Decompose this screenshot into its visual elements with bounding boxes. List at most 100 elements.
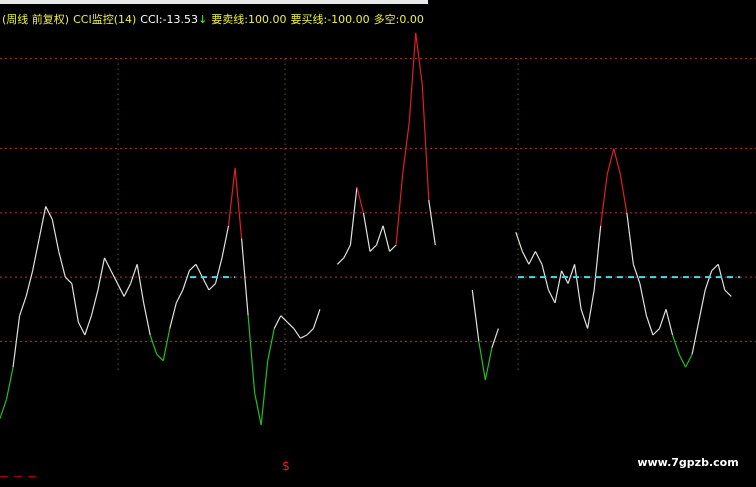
cci-line-segment (234, 167, 243, 239)
cci-line-segment (143, 302, 151, 336)
cci-line-segment (84, 315, 92, 336)
cci-line-segment (375, 225, 384, 246)
cci-line-segment (471, 289, 480, 342)
cci-line-segment (547, 289, 556, 304)
cci-line-segment (227, 167, 236, 226)
cci-line-segment (632, 264, 641, 284)
cci-line-segment (528, 251, 536, 265)
cci-line-segment (25, 270, 34, 297)
watermark: www.7gpzb.com (628, 448, 748, 478)
cci-line-segment (195, 264, 203, 278)
cci-line-segment (645, 315, 654, 336)
cci-line-segment (534, 251, 543, 265)
cci-line-segment (293, 328, 301, 339)
cci-line-segment (421, 84, 430, 201)
cci-line-segment (240, 238, 249, 316)
cci-line-segment (613, 148, 621, 175)
cci-line-segment (369, 244, 377, 252)
cci-line-segment (356, 186, 365, 214)
cci-line-segment (711, 263, 719, 272)
bottom-tab[interactable] (14, 476, 22, 487)
cci-line-segment (260, 360, 269, 426)
cci-line-segment (130, 264, 138, 284)
cci-line-segment (71, 283, 79, 323)
cci-line-segment (691, 322, 700, 355)
cci-line-segment (156, 353, 164, 362)
cci-line-segment (652, 328, 660, 336)
cci-line-segment (201, 276, 210, 291)
cci-line-segment (580, 309, 589, 329)
cci-line-segment (247, 315, 256, 393)
cci-line-segment (32, 238, 40, 271)
cci-line-segment (567, 264, 576, 284)
cci-line-segment (90, 289, 99, 316)
cci-line-segment (336, 257, 345, 265)
cci-line-segment (428, 199, 436, 246)
cci-line-segment (12, 315, 21, 368)
cci-line-segment (188, 263, 197, 272)
cci-line-segment (587, 289, 595, 329)
cci-line-segment (606, 148, 615, 175)
cci-line-segment (639, 283, 647, 316)
cci-line-segment (362, 212, 371, 252)
cci-line-segment (19, 296, 27, 316)
cci-line-segment (267, 328, 275, 361)
cci-line-segment (619, 174, 628, 213)
cci-line-segment (300, 334, 308, 339)
cci-line-segment (306, 328, 314, 336)
cci-line-segment (382, 225, 391, 252)
cci-line-segment (97, 257, 106, 291)
cci-line-segment (136, 264, 145, 303)
cci-line-segment (698, 289, 706, 323)
cci-line-segment (214, 257, 223, 284)
cci-line-segment (665, 309, 674, 336)
cci-line-segment (58, 251, 66, 278)
cci-line-segment (175, 289, 184, 304)
cci-line-segment (626, 212, 634, 265)
cci-line-segment (103, 257, 112, 271)
cci-line-segment (51, 219, 60, 252)
cci-line-segment (573, 264, 582, 310)
cci-line-segment (685, 354, 693, 368)
cci-line-segment (554, 270, 563, 303)
cci-line-segment (208, 283, 216, 291)
cci-line-segment (312, 309, 321, 329)
cci-line-segment (149, 334, 158, 355)
cci-line-segment (478, 341, 486, 381)
cci-line-segment (286, 321, 295, 329)
cci-line-segment (116, 283, 125, 297)
cci-line-segment (593, 225, 602, 291)
cci-line-segment (724, 289, 732, 297)
cci-line-segment (221, 225, 230, 258)
cci-line-segment (521, 251, 530, 265)
cci-line-segment (64, 276, 73, 284)
cci-line-segment (678, 354, 687, 368)
cci-line-segment (515, 231, 523, 252)
cci-line-segment (671, 334, 680, 355)
bottom-tab[interactable] (28, 476, 36, 487)
cci-line-segment (349, 187, 358, 246)
cci-line-segment (395, 174, 404, 246)
cci-line-segment (280, 315, 288, 323)
cci-chart: $ (0, 32, 756, 473)
cci-line-segment (273, 315, 282, 329)
cci-line-segment (408, 32, 417, 123)
cci-line-segment (484, 347, 493, 381)
bottom-tab-bar (0, 476, 36, 487)
dollar-annotation: $ (282, 459, 290, 473)
cci-line-segment (182, 270, 190, 291)
cci-line-segment (169, 302, 177, 329)
cci-line-segment (123, 283, 132, 297)
cci-line-segment (38, 206, 47, 239)
cci-line-segment (5, 367, 14, 400)
cci-line-segment (343, 244, 351, 259)
cci-line-segment (254, 392, 262, 426)
cci-line-segment (600, 174, 608, 226)
cci-line-segment (77, 321, 86, 336)
cci-line-segment (0, 399, 8, 419)
bottom-tab[interactable] (0, 476, 8, 487)
cci-line-segment (704, 270, 713, 291)
cci-line-segment (389, 244, 397, 252)
cci-line-segment (491, 328, 499, 349)
cci-line-segment (402, 122, 410, 175)
